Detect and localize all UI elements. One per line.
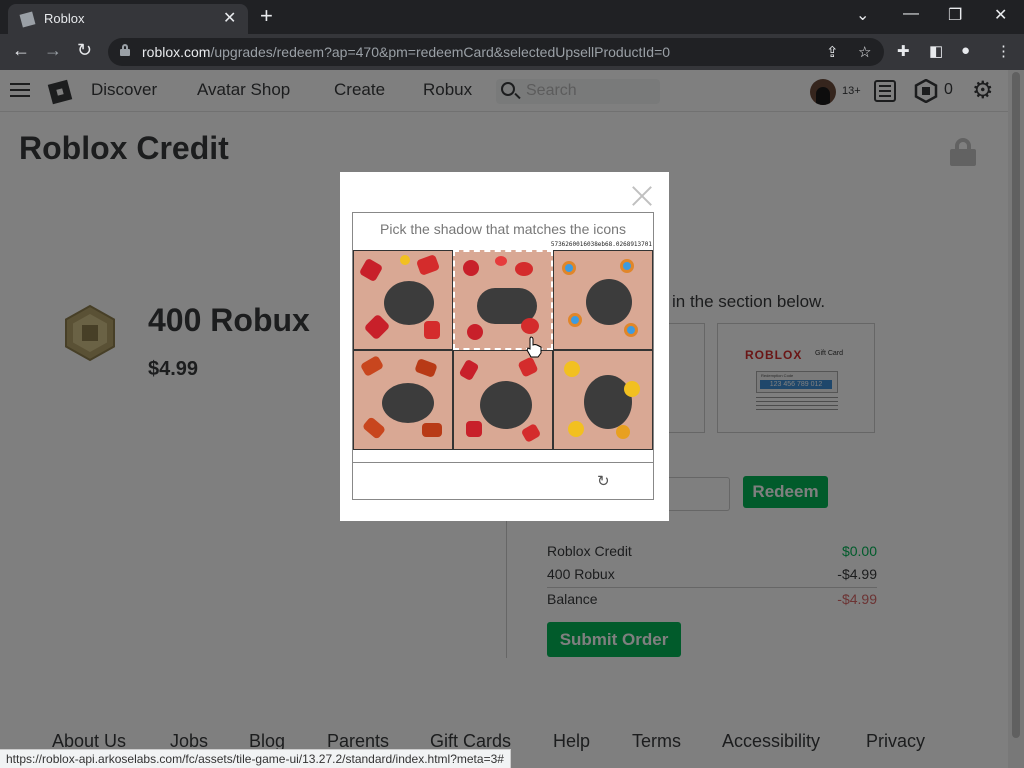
tab-close-icon[interactable]: ✕ (223, 8, 236, 28)
extensions-icon[interactable]: ✚ (897, 42, 910, 60)
hand-pointer-icon (526, 336, 542, 358)
status-bar-url: https://roblox-api.arkoselabs.com/fc/ass… (0, 749, 511, 768)
tab-search-chevron-icon[interactable]: ⌄ (856, 5, 869, 25)
restore-icon[interactable]: ❐ (948, 5, 962, 25)
captcha-frame: Pick the shadow that matches the icons 5… (352, 212, 654, 500)
browser-tab-strip: Roblox ✕ + ⌄ — ❐ ✕ (0, 0, 1024, 34)
address-bar[interactable]: roblox.com/upgrades/redeem?ap=470&pm=red… (108, 38, 884, 66)
window-close-icon[interactable]: ✕ (994, 5, 1007, 25)
side-panel-icon[interactable]: ◧ (929, 42, 943, 60)
browser-tab[interactable]: Roblox ✕ (8, 4, 248, 34)
forward-icon[interactable]: → (44, 40, 62, 61)
captcha-tile-4[interactable] (353, 350, 453, 450)
new-tab-icon[interactable]: + (260, 4, 273, 28)
share-icon[interactable]: ⇪ (826, 43, 839, 61)
bookmark-star-icon[interactable]: ☆ (858, 43, 871, 61)
captcha-tile-1[interactable] (353, 250, 453, 350)
captcha-modal: Pick the shadow that matches the icons 5… (340, 172, 669, 521)
minimize-icon[interactable]: — (903, 5, 919, 23)
browser-toolbar: ← → ↻ roblox.com/upgrades/redeem?ap=470&… (0, 34, 1024, 70)
profile-icon[interactable]: ● (961, 42, 970, 59)
browser-menu-icon[interactable]: ⋮ (996, 42, 1011, 60)
reload-page-icon[interactable]: ↻ (77, 40, 92, 61)
address-url[interactable]: roblox.com/upgrades/redeem?ap=470&pm=red… (142, 44, 670, 60)
captcha-token: 5736260016038eb68.0268913701 (550, 241, 652, 248)
back-icon[interactable]: ← (12, 40, 30, 61)
tab-title: Roblox (44, 11, 85, 26)
captcha-tile-3[interactable] (553, 250, 653, 350)
roblox-favicon-icon (19, 11, 36, 28)
captcha-tile-6[interactable] (553, 350, 653, 450)
captcha-tile-5[interactable] (453, 350, 553, 450)
captcha-tile-2[interactable] (453, 250, 553, 350)
captcha-grid (353, 250, 653, 450)
captcha-controls: ↻ (352, 462, 654, 500)
captcha-prompt: Pick the shadow that matches the icons (380, 221, 626, 237)
refresh-icon[interactable]: ↻ (597, 472, 610, 490)
secure-lock-icon[interactable] (120, 44, 130, 56)
close-icon[interactable] (631, 185, 653, 207)
